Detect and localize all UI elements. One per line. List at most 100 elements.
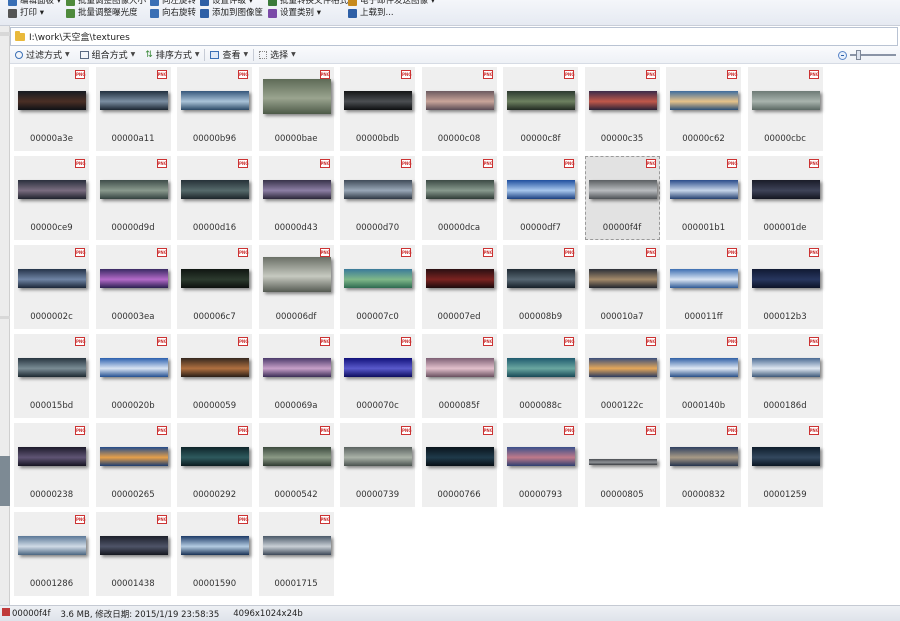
thumbnail-item[interactable]: PNG 00000542 xyxy=(258,423,334,507)
thumbnail-item[interactable]: PNG 0000085f xyxy=(421,334,497,418)
thumbnail-item[interactable]: PNG 000001b1 xyxy=(666,156,741,240)
thumbnail-image[interactable] xyxy=(18,180,86,199)
thumbnail-item[interactable]: PNG 00001590 xyxy=(177,512,252,596)
thumbnail-item[interactable]: PNG 000003ea xyxy=(95,245,171,329)
thumbnail-item[interactable]: PNG 00000c8f xyxy=(503,67,578,151)
thumbnail-image[interactable] xyxy=(99,91,168,110)
thumbnail-item[interactable]: PNG 000007ed xyxy=(421,245,497,329)
thumbnail-item[interactable]: PNG 000006c7 xyxy=(177,245,252,329)
thumbnail-item[interactable]: PNG 000008b9 xyxy=(503,245,578,329)
thumbnail-image[interactable] xyxy=(670,91,738,110)
thumbnail-image[interactable] xyxy=(181,447,249,466)
thumbnail-item[interactable]: PNG 000010a7 xyxy=(584,245,660,329)
thumbnail-image[interactable] xyxy=(588,180,657,199)
thumbnail-item[interactable]: PNG 00000292 xyxy=(177,423,252,507)
thumbnail-image[interactable] xyxy=(344,91,412,110)
thumbnail-image[interactable] xyxy=(751,180,820,199)
thumbnail-image[interactable] xyxy=(181,358,249,377)
select-button[interactable]: 选择 ▼ xyxy=(254,46,301,64)
thumbnail-item[interactable]: PNG 00000f4f xyxy=(584,156,660,240)
view-button[interactable]: 查看 ▼ xyxy=(205,46,253,64)
thumbnail-image[interactable] xyxy=(99,180,168,199)
thumbnail-image[interactable] xyxy=(18,358,86,377)
thumbnail-item[interactable]: PNG 00001286 xyxy=(14,512,89,596)
thumbnail-image[interactable] xyxy=(18,269,86,288)
toolbar-item[interactable]: 打印 ▾ xyxy=(8,8,44,19)
filter-button[interactable]: 过滤方式 ▼ xyxy=(10,46,75,64)
thumbnail-image[interactable] xyxy=(262,447,331,466)
toolbar-item[interactable]: 批量调整图像大小 xyxy=(66,0,146,7)
collapse-arrow-icon[interactable] xyxy=(0,32,10,36)
thumbnail-item[interactable]: PNG 00000ce9 xyxy=(14,156,89,240)
toolbar-item[interactable]: 批量转换文件格式 xyxy=(268,0,348,7)
thumbnail-item[interactable]: PNG 00000766 xyxy=(421,423,497,507)
thumbnail-image[interactable] xyxy=(751,269,820,288)
thumbnail-item[interactable]: PNG 00000d9d xyxy=(95,156,171,240)
thumbnail-image[interactable] xyxy=(262,79,331,114)
thumbnail-item[interactable]: PNG 000006df xyxy=(258,245,334,329)
thumbnail-item[interactable]: PNG 00000793 xyxy=(503,423,578,507)
toolbar-item[interactable]: 上载到... xyxy=(348,8,394,19)
thumbnail-image[interactable] xyxy=(262,358,331,377)
toolbar-item[interactable]: 设置评级 ▾ xyxy=(200,0,253,7)
zoom-out-icon[interactable] xyxy=(838,50,847,60)
thumbnail-image[interactable] xyxy=(670,358,738,377)
thumbnail-item[interactable]: PNG 00000059 xyxy=(177,334,252,418)
thumbnail-image[interactable] xyxy=(588,91,657,110)
thumbnail-image[interactable] xyxy=(425,91,494,110)
thumbnail-image[interactable] xyxy=(507,180,575,199)
thumbnail-item[interactable]: PNG 0000070c xyxy=(340,334,415,418)
thumbnail-image[interactable] xyxy=(588,269,657,288)
thumbnail-item[interactable]: PNG 00000dca xyxy=(421,156,497,240)
thumbnail-item[interactable]: PNG 00000d43 xyxy=(258,156,334,240)
thumbnail-item[interactable]: PNG 00000c62 xyxy=(666,67,741,151)
thumbnail-image[interactable] xyxy=(507,358,575,377)
thumbnail-image[interactable] xyxy=(425,447,494,466)
thumbnail-item[interactable]: PNG 00000a3e xyxy=(14,67,89,151)
thumbnail-image[interactable] xyxy=(181,91,249,110)
address-path[interactable]: I:\work\天空盒\textures xyxy=(29,30,130,43)
thumbnail-item[interactable]: PNG 00000df7 xyxy=(503,156,578,240)
toolbar-item[interactable]: 添加到图像筐 xyxy=(200,8,263,19)
thumbnail-image[interactable] xyxy=(99,358,168,377)
thumbnail-image[interactable] xyxy=(588,358,657,377)
toolbar-item[interactable]: 批量调整曝光度 xyxy=(66,8,138,19)
thumbnail-item[interactable]: PNG 00000d70 xyxy=(340,156,415,240)
thumbnail-item[interactable]: PNG 00001259 xyxy=(747,423,823,507)
thumbnail-image[interactable] xyxy=(344,447,412,466)
thumbnail-image[interactable] xyxy=(262,536,331,555)
thumbnail-image[interactable] xyxy=(344,180,412,199)
toolbar-item[interactable]: 编辑面板 ▾ xyxy=(8,0,61,7)
thumbnail-image[interactable] xyxy=(181,180,249,199)
thumbnail-image[interactable] xyxy=(670,180,738,199)
thumbnail-image[interactable] xyxy=(425,269,494,288)
thumbnail-item[interactable]: PNG 00000832 xyxy=(666,423,741,507)
thumbnail-image[interactable] xyxy=(751,358,820,377)
thumbnail-image[interactable] xyxy=(670,447,738,466)
zoom-thumb[interactable] xyxy=(856,50,861,60)
thumbnail-item[interactable]: PNG 000001de xyxy=(747,156,823,240)
thumbnail-item[interactable]: PNG 000015bd xyxy=(14,334,89,418)
thumbnail-item[interactable]: PNG 000012b3 xyxy=(747,245,823,329)
thumbnail-item[interactable]: PNG 00000265 xyxy=(95,423,171,507)
thumbnail-item[interactable]: PNG 000011ff xyxy=(666,245,741,329)
thumbnail-item[interactable]: PNG 00000cbc xyxy=(747,67,823,151)
thumbnail-item[interactable]: PNG 000007c0 xyxy=(340,245,415,329)
thumbnail-image[interactable] xyxy=(181,536,249,555)
thumbnail-image[interactable] xyxy=(507,447,575,466)
thumbnail-item[interactable]: PNG 0000140b xyxy=(666,334,741,418)
thumbnail-image[interactable] xyxy=(751,447,820,466)
thumbnail-item[interactable]: PNG 00000739 xyxy=(340,423,415,507)
thumbnail-item[interactable]: PNG 00000c35 xyxy=(584,67,660,151)
toolbar-item[interactable]: 设置类别 ▾ xyxy=(268,8,321,19)
sort-button[interactable]: ⇅ 排序方式 ▼ xyxy=(140,46,204,64)
toolbar-item[interactable]: 向右旋转 xyxy=(150,8,196,19)
thumbnail-image[interactable] xyxy=(99,269,168,288)
zoom-track[interactable] xyxy=(850,50,896,60)
thumbnail-item[interactable]: PNG 00001438 xyxy=(95,512,171,596)
thumbnail-image[interactable] xyxy=(425,358,494,377)
thumbnail-image[interactable] xyxy=(181,269,249,288)
thumbnail-item[interactable]: PNG 0000002c xyxy=(14,245,89,329)
thumbnail-item[interactable]: PNG 0000122c xyxy=(584,334,660,418)
thumbnail-item[interactable]: PNG 0000020b xyxy=(95,334,171,418)
